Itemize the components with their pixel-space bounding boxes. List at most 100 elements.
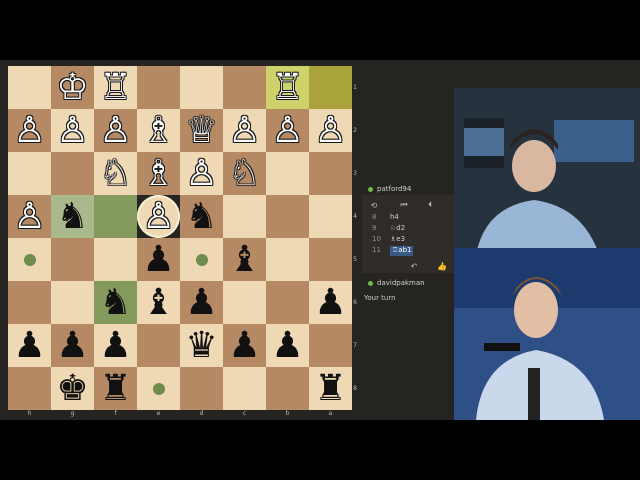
board-square[interactable]: ♟ — [8, 324, 51, 367]
board-square[interactable] — [309, 152, 352, 195]
black-knight-icon[interactable]: ♞ — [99, 281, 131, 324]
thumbs-up-icon[interactable]: 👍 — [434, 260, 450, 272]
board-square[interactable]: ♙ — [266, 109, 309, 152]
board-square[interactable] — [137, 367, 180, 410]
board-square[interactable]: ♟ — [309, 281, 352, 324]
black-bishop-icon[interactable]: ♝ — [228, 238, 260, 281]
white-pawn-icon[interactable]: ♙ — [142, 195, 174, 238]
board-square[interactable]: ♙ — [309, 109, 352, 152]
white-pawn-icon[interactable]: ♙ — [271, 109, 303, 152]
flip-board-icon[interactable]: ⟲ — [366, 199, 382, 211]
board-square[interactable]: ♟ — [51, 324, 94, 367]
board-square[interactable] — [51, 281, 94, 324]
board-square[interactable] — [180, 367, 223, 410]
board-square[interactable] — [266, 152, 309, 195]
board-square[interactable]: ♙ — [8, 109, 51, 152]
move-row[interactable]: 9 ♘d2 — [372, 224, 405, 234]
board-square[interactable]: ♙ — [51, 109, 94, 152]
board-square[interactable]: ♗ — [137, 152, 180, 195]
black-pawn-icon[interactable]: ♟ — [13, 324, 45, 367]
move-notation[interactable]: ♗e3 — [390, 235, 405, 245]
black-pawn-icon[interactable]: ♟ — [99, 324, 131, 367]
board-square[interactable]: ♟ — [266, 324, 309, 367]
move-notation[interactable]: h4 — [390, 213, 399, 223]
board-square[interactable] — [8, 281, 51, 324]
chess-board[interactable]: ♔ ♖ ♖ ♙ ♙ ♙ ♗ ♕ ♙ ♙ ♙ ♘ ♗ ♙ ♘ ♙ ♞ ♙ ♞ ♟ ♝ ♞ ♝ ♟ ♟ ♟ ♟ ♟ ♛ ♟ ♟ ♚ ♜ ♜ — [8, 66, 352, 410]
board-square[interactable]: ♔ — [51, 66, 94, 109]
board-square[interactable] — [137, 66, 180, 109]
board-square[interactable] — [223, 281, 266, 324]
white-rook-icon[interactable]: ♖ — [271, 66, 303, 109]
board-square[interactable]: ♟ — [180, 281, 223, 324]
board-square[interactable]: ♙ — [137, 195, 180, 238]
board-square[interactable] — [137, 324, 180, 367]
board-square[interactable] — [266, 195, 309, 238]
legal-move-dot[interactable] — [152, 382, 165, 395]
white-pawn-icon[interactable]: ♙ — [228, 109, 260, 152]
board-square[interactable]: ♛ — [180, 324, 223, 367]
black-knight-icon[interactable]: ♞ — [56, 195, 88, 238]
board-square[interactable]: ♕ — [180, 109, 223, 152]
board-square[interactable] — [223, 195, 266, 238]
board-square[interactable]: ♗ — [137, 109, 180, 152]
white-bishop-icon[interactable]: ♗ — [142, 152, 174, 195]
black-pawn-icon[interactable]: ♟ — [56, 324, 88, 367]
board-square[interactable] — [266, 238, 309, 281]
black-king-icon[interactable]: ♚ — [56, 367, 88, 410]
black-pawn-icon[interactable]: ♟ — [228, 324, 260, 367]
first-move-icon[interactable]: ⏮ — [396, 199, 412, 211]
board-square[interactable]: ♟ — [137, 238, 180, 281]
black-pawn-icon[interactable]: ♟ — [142, 238, 174, 281]
board-square[interactable] — [223, 367, 266, 410]
board-square[interactable] — [51, 152, 94, 195]
white-knight-icon[interactable]: ♘ — [228, 152, 260, 195]
board-square[interactable] — [94, 195, 137, 238]
board-square[interactable] — [223, 66, 266, 109]
black-rook-icon[interactable]: ♜ — [314, 367, 346, 410]
board-square[interactable] — [8, 152, 51, 195]
white-pawn-icon[interactable]: ♙ — [314, 109, 346, 152]
board-square[interactable]: ♘ — [94, 152, 137, 195]
white-pawn-icon[interactable]: ♙ — [99, 109, 131, 152]
move-notation[interactable]: ♖ab1 — [390, 246, 414, 256]
board-square[interactable]: ♜ — [94, 367, 137, 410]
board-square[interactable]: ♖ — [94, 66, 137, 109]
board-square[interactable]: ♟ — [94, 324, 137, 367]
board-square[interactable]: ♙ — [94, 109, 137, 152]
black-pawn-icon[interactable]: ♟ — [271, 324, 303, 367]
board-square[interactable] — [309, 195, 352, 238]
black-pawn-icon[interactable]: ♟ — [314, 281, 346, 324]
undo-icon[interactable]: ↶ — [406, 260, 422, 272]
white-pawn-icon[interactable]: ♙ — [185, 152, 217, 195]
board-square[interactable]: ♙ — [223, 109, 266, 152]
board-square[interactable] — [8, 367, 51, 410]
board-square[interactable]: ♞ — [51, 195, 94, 238]
black-bishop-icon[interactable]: ♝ — [142, 281, 174, 324]
white-bishop-icon[interactable]: ♗ — [142, 109, 174, 152]
board-square[interactable] — [266, 281, 309, 324]
board-square[interactable]: ♞ — [180, 195, 223, 238]
black-rook-icon[interactable]: ♜ — [99, 367, 131, 410]
move-row[interactable]: 8 h4 — [372, 213, 399, 223]
move-notation[interactable]: ♘d2 — [390, 224, 405, 234]
move-row[interactable]: 11 ♖ab1 — [372, 246, 414, 256]
black-queen-icon[interactable]: ♛ — [185, 324, 217, 367]
board-square[interactable] — [94, 238, 137, 281]
board-square[interactable] — [309, 66, 352, 109]
board-square[interactable]: ♚ — [51, 367, 94, 410]
black-pawn-icon[interactable]: ♟ — [185, 281, 217, 324]
white-king-icon[interactable]: ♔ — [56, 66, 88, 109]
board-square[interactable]: ♙ — [8, 195, 51, 238]
move-row[interactable]: 10 ♗e3 — [372, 235, 405, 245]
legal-move-dot[interactable] — [23, 253, 36, 266]
board-square[interactable] — [51, 238, 94, 281]
white-rook-icon[interactable]: ♖ — [99, 66, 131, 109]
black-knight-icon[interactable]: ♞ — [185, 195, 217, 238]
board-square[interactable]: ♝ — [137, 281, 180, 324]
white-pawn-icon[interactable]: ♙ — [56, 109, 88, 152]
board-square[interactable] — [309, 238, 352, 281]
board-square[interactable] — [8, 66, 51, 109]
board-square[interactable]: ♘ — [223, 152, 266, 195]
white-pawn-icon[interactable]: ♙ — [13, 195, 45, 238]
board-square[interactable] — [266, 367, 309, 410]
